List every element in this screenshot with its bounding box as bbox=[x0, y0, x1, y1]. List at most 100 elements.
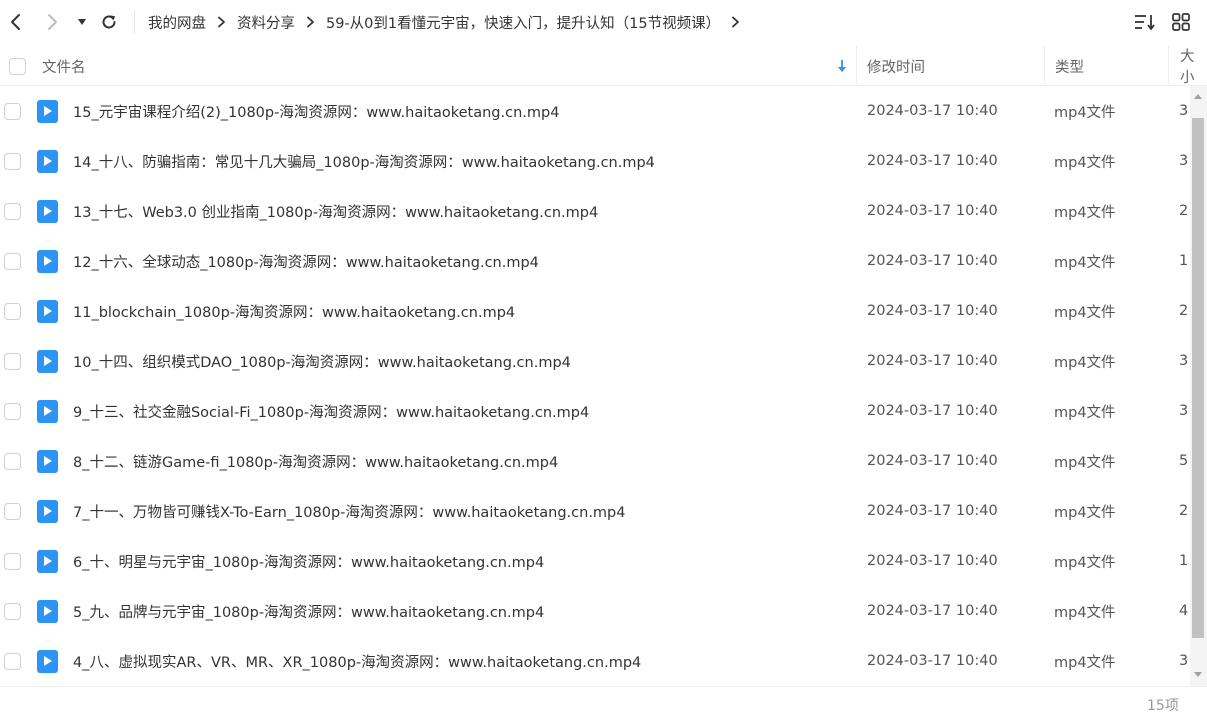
video-file-cell bbox=[37, 586, 58, 636]
row-checkbox[interactable] bbox=[4, 252, 21, 270]
row-checkbox[interactable] bbox=[4, 202, 21, 220]
table-row[interactable]: 15_元宇宙课程介绍(2)_1080p-海淘资源网：www.haitaoketa… bbox=[0, 86, 1190, 136]
vertical-scrollbar[interactable] bbox=[1190, 86, 1207, 686]
video-file-icon bbox=[37, 399, 58, 423]
row-checkbox-cell bbox=[4, 436, 21, 486]
table-row[interactable]: 11_blockchain_1080p-海淘资源网：www.haitaoketa… bbox=[0, 286, 1190, 336]
table-row[interactable]: 8_十二、链游Game-fi_1080p-海淘资源网：www.haitaoket… bbox=[0, 436, 1190, 486]
row-checkbox[interactable] bbox=[4, 152, 21, 170]
column-header-size[interactable]: 大小 bbox=[1180, 46, 1207, 86]
row-checkbox[interactable] bbox=[4, 502, 21, 520]
file-list: 15_元宇宙课程介绍(2)_1080p-海淘资源网：www.haitaoketa… bbox=[0, 86, 1207, 686]
column-divider[interactable] bbox=[856, 46, 857, 86]
refresh-button[interactable] bbox=[96, 8, 122, 36]
column-divider[interactable] bbox=[1168, 46, 1169, 86]
file-type: mp4文件 bbox=[1054, 604, 1116, 621]
file-type: mp4文件 bbox=[1054, 204, 1116, 221]
video-file-icon bbox=[37, 649, 58, 673]
row-checkbox-cell bbox=[4, 486, 21, 536]
refresh-icon bbox=[102, 15, 116, 29]
history-dropdown-button[interactable] bbox=[72, 8, 92, 36]
file-name[interactable]: 8_十二、链游Game-fi_1080p-海淘资源网：www.haitaoket… bbox=[73, 436, 558, 486]
file-name[interactable]: 14_十八、防骗指南：常见十几大骗局_1080p-海淘资源网：www.haita… bbox=[73, 136, 655, 186]
video-file-cell bbox=[37, 336, 58, 386]
row-checkbox-cell bbox=[4, 636, 21, 686]
scroll-down-arrow-icon[interactable] bbox=[1194, 672, 1202, 677]
table-row[interactable]: 9_十三、社交金融Social-Fi_1080p-海淘资源网：www.haita… bbox=[0, 386, 1190, 436]
table-row[interactable]: 7_十一、万物皆可赚钱X-To-Earn_1080p-海淘资源网：www.hai… bbox=[0, 486, 1190, 536]
chevron-right-icon[interactable] bbox=[731, 16, 740, 28]
select-all-checkbox[interactable] bbox=[9, 57, 26, 75]
column-header-name[interactable]: 文件名 bbox=[42, 46, 86, 86]
file-size: 3 bbox=[1179, 653, 1189, 669]
row-checkbox-cell bbox=[4, 386, 21, 436]
file-type: mp4文件 bbox=[1054, 654, 1116, 671]
table-row[interactable]: 14_十八、防骗指南：常见十几大骗局_1080p-海淘资源网：www.haita… bbox=[0, 136, 1190, 186]
file-name[interactable]: 7_十一、万物皆可赚钱X-To-Earn_1080p-海淘资源网：www.hai… bbox=[73, 486, 626, 536]
scroll-up-arrow-icon[interactable] bbox=[1194, 94, 1202, 99]
breadcrumb-item[interactable]: 我的网盘 bbox=[148, 12, 206, 33]
file-name[interactable]: 13_十七、Web3.0 创业指南_1080p-海淘资源网：www.haitao… bbox=[73, 186, 598, 236]
file-mtime: 2024-03-17 10:40 bbox=[867, 253, 998, 269]
table-row[interactable]: 5_九、品牌与元宇宙_1080p-海淘资源网：www.haitaoketang.… bbox=[0, 586, 1190, 636]
column-header-mtime[interactable]: 修改时间 bbox=[867, 46, 925, 86]
breadcrumb-item[interactable]: 资料分享 bbox=[237, 12, 295, 33]
row-checkbox[interactable] bbox=[4, 452, 21, 470]
toolbar-divider bbox=[134, 11, 135, 33]
file-size: 3 bbox=[1179, 353, 1189, 369]
file-name[interactable]: 6_十、明星与元宇宙_1080p-海淘资源网：www.haitaoketang.… bbox=[73, 536, 544, 586]
file-type: mp4文件 bbox=[1054, 404, 1116, 421]
column-divider[interactable] bbox=[1044, 46, 1045, 86]
table-row[interactable]: 4_八、虚拟现实AR、VR、MR、XR_1080p-海淘资源网：www.hait… bbox=[0, 636, 1190, 686]
row-checkbox[interactable] bbox=[4, 652, 21, 670]
file-size: 2 bbox=[1179, 503, 1189, 519]
back-button[interactable] bbox=[2, 8, 30, 36]
file-type: mp4文件 bbox=[1054, 354, 1116, 371]
video-file-cell bbox=[37, 286, 58, 336]
row-checkbox[interactable] bbox=[4, 352, 21, 370]
sort-direction-indicator[interactable] bbox=[836, 46, 848, 86]
breadcrumb-item-current[interactable]: 59-从0到1看懂元宇宙，快速入门，提升认知（15节视频课） bbox=[326, 12, 720, 33]
table-row[interactable]: 10_十四、组织模式DAO_1080p-海淘资源网：www.haitaoketa… bbox=[0, 336, 1190, 386]
grid-view-button[interactable] bbox=[1170, 11, 1192, 33]
table-row[interactable]: 13_十七、Web3.0 创业指南_1080p-海淘资源网：www.haitao… bbox=[0, 186, 1190, 236]
row-checkbox[interactable] bbox=[4, 602, 21, 620]
file-mtime: 2024-03-17 10:40 bbox=[867, 353, 998, 369]
video-file-icon bbox=[37, 449, 58, 473]
row-checkbox-cell bbox=[4, 586, 21, 636]
row-checkbox[interactable] bbox=[4, 102, 21, 120]
file-mtime: 2024-03-17 10:40 bbox=[867, 403, 998, 419]
row-checkbox[interactable] bbox=[4, 552, 21, 570]
file-name[interactable]: 4_八、虚拟现实AR、VR、MR、XR_1080p-海淘资源网：www.hait… bbox=[73, 636, 641, 686]
file-size: 4 bbox=[1179, 603, 1189, 619]
table-row[interactable]: 12_十六、全球动态_1080p-海淘资源网：www.haitaoketang.… bbox=[0, 236, 1190, 286]
file-type: mp4文件 bbox=[1054, 104, 1116, 121]
file-size: 5 bbox=[1179, 453, 1189, 469]
file-size: 3 bbox=[1179, 153, 1189, 169]
forward-button[interactable] bbox=[38, 8, 66, 36]
chevron-right-icon bbox=[48, 14, 57, 30]
row-checkbox[interactable] bbox=[4, 402, 21, 420]
file-size: 1 bbox=[1179, 253, 1189, 269]
video-file-icon bbox=[37, 249, 58, 273]
file-name[interactable]: 12_十六、全球动态_1080p-海淘资源网：www.haitaoketang.… bbox=[73, 236, 539, 286]
video-file-icon bbox=[37, 349, 58, 373]
file-name[interactable]: 9_十三、社交金融Social-Fi_1080p-海淘资源网：www.haita… bbox=[73, 386, 589, 436]
scrollbar-thumb[interactable] bbox=[1192, 118, 1204, 638]
file-name[interactable]: 11_blockchain_1080p-海淘资源网：www.haitaoketa… bbox=[73, 286, 515, 336]
row-checkbox[interactable] bbox=[4, 302, 21, 320]
video-file-cell bbox=[37, 486, 58, 536]
grid-view-icon bbox=[1172, 13, 1190, 31]
file-type: mp4文件 bbox=[1054, 304, 1116, 321]
video-file-icon bbox=[37, 499, 58, 523]
select-all-cell bbox=[9, 46, 26, 86]
file-name[interactable]: 15_元宇宙课程介绍(2)_1080p-海淘资源网：www.haitaoketa… bbox=[73, 86, 559, 136]
file-name[interactable]: 5_九、品牌与元宇宙_1080p-海淘资源网：www.haitaoketang.… bbox=[73, 586, 544, 636]
sort-button[interactable] bbox=[1134, 11, 1156, 33]
file-mtime: 2024-03-17 10:40 bbox=[867, 103, 998, 119]
table-row[interactable]: 6_十、明星与元宇宙_1080p-海淘资源网：www.haitaoketang.… bbox=[0, 536, 1190, 586]
video-file-icon bbox=[37, 299, 58, 323]
file-browser: 我的网盘 资料分享 59-从0到1看懂元宇宙，快速入门，提升认知（15节视频课） bbox=[0, 0, 1207, 721]
column-header-type[interactable]: 类型 bbox=[1055, 46, 1084, 86]
file-name[interactable]: 10_十四、组织模式DAO_1080p-海淘资源网：www.haitaoketa… bbox=[73, 336, 571, 386]
